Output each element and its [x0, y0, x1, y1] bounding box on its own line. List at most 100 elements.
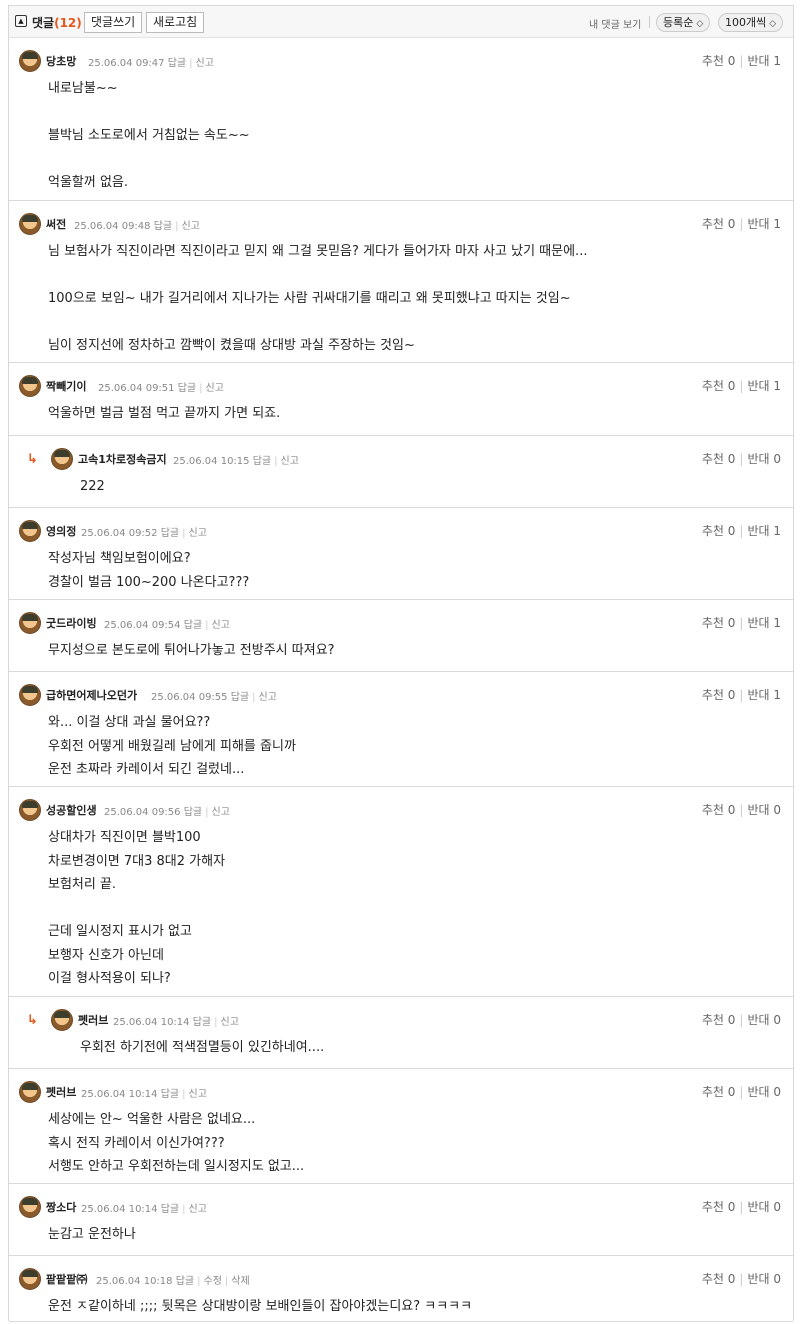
recommend-button[interactable]: 추천 0	[702, 524, 736, 538]
refresh-button[interactable]: 새로고침	[146, 12, 205, 33]
nickname[interactable]: 성공할인생	[46, 802, 97, 818]
write-comment-button[interactable]: 댓글쓰기	[84, 12, 143, 33]
comment-action-0[interactable]: 답글	[184, 807, 202, 818]
comment-action-0[interactable]: 답글	[184, 620, 202, 631]
level-avatar-icon[interactable]	[51, 448, 73, 470]
nickname[interactable]: 펫러브	[78, 1012, 108, 1028]
comment-action-1[interactable]: 신고	[212, 807, 230, 818]
oppose-button[interactable]: 반대 1	[747, 54, 781, 68]
comment-body: 억울하면 벌금 벌점 먹고 끝까지 가면 되죠.	[48, 406, 281, 421]
comment-action-0[interactable]: 답글	[176, 1276, 194, 1287]
level-avatar-icon[interactable]	[19, 213, 41, 235]
oppose-button[interactable]: 반대 1	[747, 217, 781, 231]
comment-item: 영의정 25.06.04 09:52 답글 | 신고 추천 0 | 반대 1 작성자님 책임보…	[9, 508, 793, 600]
vote-area: 추천 0 | 반대 0	[702, 1270, 781, 1287]
comment-item: 성공할인생 25.06.04 09:56 답글 | 신고 추천 0 | 반대 0 상대차가 직…	[9, 787, 793, 997]
comment-action-1[interactable]: 신고	[182, 221, 200, 232]
recommend-button[interactable]: 추천 0	[702, 54, 736, 68]
comment-date: 25.06.04 09:52	[81, 528, 158, 539]
comment-action-0[interactable]: 답글	[161, 528, 179, 539]
level-avatar-icon[interactable]	[19, 50, 41, 72]
nickname[interactable]: 급하면어제나오던가	[46, 687, 137, 703]
recommend-button[interactable]: 추천 0	[702, 379, 736, 393]
comment-action-0[interactable]: 답글	[231, 692, 249, 703]
reply-item: ↳ 펫러브 25.06.04 10:14 답글 | 신고 추천 0 | 반대 0 우회전 하기전…	[9, 997, 793, 1069]
page-size-label: 100개씩	[725, 16, 767, 29]
level-avatar-icon[interactable]	[51, 1009, 73, 1031]
nickname[interactable]: 펫러브	[46, 1084, 76, 1100]
comment-action-1[interactable]: 신고	[281, 456, 299, 467]
recommend-button[interactable]: 추천 0	[702, 688, 736, 702]
divider: |	[182, 1089, 186, 1100]
oppose-button[interactable]: 반대 0	[747, 803, 781, 817]
comment-action-1[interactable]: 신고	[189, 1204, 207, 1215]
reply-arrow-icon: ↳	[27, 1013, 38, 1028]
comment-action-0[interactable]: 답글	[253, 456, 271, 467]
nickname[interactable]: 팥팥팥㈜	[46, 1271, 87, 1287]
comment-action-0[interactable]: 답글	[178, 383, 196, 394]
recommend-button[interactable]: 추천 0	[702, 1200, 736, 1214]
level-avatar-icon[interactable]	[19, 375, 41, 397]
oppose-button[interactable]: 반대 0	[747, 1085, 781, 1099]
recommend-button[interactable]: 추천 0	[702, 1085, 736, 1099]
level-avatar-icon[interactable]	[19, 684, 41, 706]
nickname[interactable]: 써전	[46, 216, 66, 232]
comment-action-1[interactable]: 신고	[212, 620, 230, 631]
divider: |	[739, 524, 744, 538]
nickname[interactable]: 당초망	[46, 53, 76, 69]
level-avatar-icon[interactable]	[19, 1268, 41, 1290]
comment-date: 25.06.04 09:56	[104, 807, 181, 818]
level-avatar-icon[interactable]	[19, 1196, 41, 1218]
oppose-button[interactable]: 반대 0	[747, 1200, 781, 1214]
nickname[interactable]: 영의정	[46, 523, 76, 539]
sort-select[interactable]: 등록순 ◇	[656, 13, 711, 32]
comment-body: 222	[80, 479, 105, 494]
comment-action-1[interactable]: 수정	[204, 1276, 222, 1287]
comment-action-0[interactable]: 답글	[161, 1089, 179, 1100]
comment-meta: 25.06.04 09:56 답글 | 신고	[104, 803, 230, 818]
page-size-select[interactable]: 100개씩 ◇	[718, 13, 784, 32]
nickname[interactable]: 짱소다	[46, 1199, 76, 1215]
level-avatar-icon[interactable]	[19, 799, 41, 821]
comment-action-0[interactable]: 답글	[161, 1204, 179, 1215]
vote-area: 추천 0 | 반대 0	[702, 801, 781, 818]
recommend-button[interactable]: 추천 0	[702, 616, 736, 630]
recommend-button[interactable]: 추천 0	[702, 1013, 736, 1027]
comment-action-0[interactable]: 답글	[193, 1017, 211, 1028]
comment-action-0[interactable]: 답글	[168, 58, 186, 69]
comment-action-0[interactable]: 답글	[154, 221, 172, 232]
comment-action-1[interactable]: 신고	[206, 383, 224, 394]
comment-date: 25.06.04 10:14	[81, 1089, 158, 1100]
oppose-button[interactable]: 반대 1	[747, 616, 781, 630]
oppose-button[interactable]: 반대 0	[747, 452, 781, 466]
oppose-button[interactable]: 반대 1	[747, 524, 781, 538]
comment-meta: 25.06.04 09:48 답글 | 신고	[74, 217, 200, 232]
comment-body: 세상에는 안~ 억울한 사람은 없네요... 혹시 전직 카레이서 이신가여??…	[48, 1112, 305, 1174]
recommend-button[interactable]: 추천 0	[702, 1272, 736, 1286]
my-comments-link[interactable]: 내 댓글 보기	[589, 16, 641, 31]
oppose-button[interactable]: 반대 1	[747, 688, 781, 702]
collapse-square-icon[interactable]: ▲	[15, 15, 27, 27]
oppose-button[interactable]: 반대 0	[747, 1013, 781, 1027]
oppose-button[interactable]: 반대 1	[747, 379, 781, 393]
nickname[interactable]: 고속1차로정속금지	[78, 451, 167, 467]
recommend-button[interactable]: 추천 0	[702, 217, 736, 231]
comment-body: 작성자님 책임보험이에요? 경찰이 벌금 100~200 나온다고???	[48, 551, 250, 590]
recommend-button[interactable]: 추천 0	[702, 803, 736, 817]
comment-action-1[interactable]: 신고	[189, 1089, 207, 1100]
comment-action-1[interactable]: 신고	[196, 58, 214, 69]
level-avatar-icon[interactable]	[19, 520, 41, 542]
sort-label: 등록순	[663, 16, 694, 29]
comment-action-2[interactable]: 삭제	[231, 1276, 249, 1287]
vote-area: 추천 0 | 반대 1	[702, 614, 781, 631]
level-avatar-icon[interactable]	[19, 1081, 41, 1103]
oppose-button[interactable]: 반대 0	[747, 1272, 781, 1286]
nickname[interactable]: 굿드라이빙	[46, 615, 97, 631]
comment-action-1[interactable]: 신고	[221, 1017, 239, 1028]
recommend-button[interactable]: 추천 0	[702, 452, 736, 466]
comment-action-1[interactable]: 신고	[189, 528, 207, 539]
nickname[interactable]: 짝빼기이	[46, 378, 86, 394]
level-avatar-icon[interactable]	[19, 612, 41, 634]
comment-action-1[interactable]: 신고	[259, 692, 277, 703]
divider: |	[205, 807, 209, 818]
